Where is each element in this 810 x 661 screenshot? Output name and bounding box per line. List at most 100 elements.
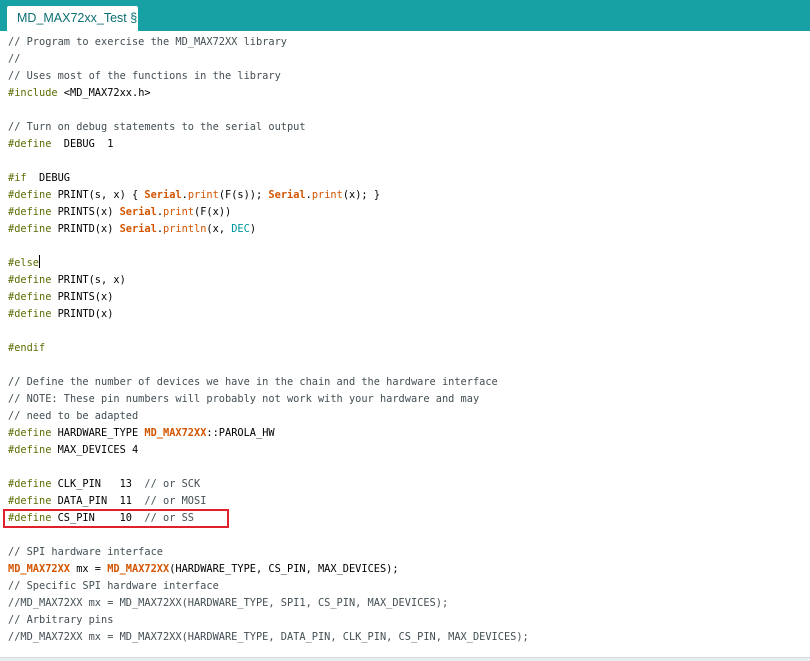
tab-sketch-file[interactable]: MD_MAX72xx_Test §	[7, 6, 138, 31]
code-line: // Turn on debug statements to the seria…	[8, 119, 529, 136]
code-token: PRINT(s, x) {	[51, 189, 145, 201]
code-token: #define	[8, 223, 52, 235]
code-token: // Define the number of devices we have …	[8, 376, 498, 388]
code-line: #define PRINTS(x)	[8, 289, 529, 306]
code-line: // Uses most of the functions in the lib…	[8, 68, 529, 85]
code-token: PRINTD(x)	[51, 223, 120, 235]
code-token: // or SCK	[144, 478, 201, 490]
code-line: MD_MAX72XX mx = MD_MAX72XX(HARDWARE_TYPE…	[8, 561, 529, 578]
code-token: DEBUG 1	[51, 138, 114, 150]
code-token: #define	[8, 274, 52, 286]
tab-bar: MD_MAX72xx_Test §	[0, 0, 810, 31]
code-line: #define DEBUG 1	[8, 136, 529, 153]
code-token: (F(s));	[218, 189, 269, 201]
code-token: #define	[8, 138, 52, 150]
text-cursor	[39, 255, 40, 268]
code-token: #define	[8, 291, 52, 303]
code-token: //	[8, 53, 21, 65]
code-line: #else	[8, 255, 529, 272]
code-token: mx =	[70, 563, 108, 575]
code-line: #endif	[8, 340, 529, 357]
code-token: #define	[8, 495, 52, 507]
code-line: #define PRINT(s, x)	[8, 272, 529, 289]
editor-bottom-edge	[0, 657, 810, 661]
code-line: #include <MD_MAX72xx.h>	[8, 85, 529, 102]
code-token: // Specific SPI hardware interface	[8, 580, 219, 592]
code-token: print	[163, 206, 195, 218]
code-token: MD_MAX72XX	[107, 563, 170, 575]
code-token: #define	[8, 308, 52, 320]
code-token: (F(x))	[194, 206, 232, 218]
code-token: #else	[8, 257, 39, 269]
code-token: )	[249, 223, 257, 235]
code-token: // or MOSI	[144, 495, 207, 507]
code-token: #if	[8, 172, 27, 184]
code-line: #define MAX_DEVICES 4	[8, 442, 529, 459]
code-token: #include	[8, 87, 58, 99]
code-line: #define PRINTD(x) Serial.println(x, DEC)	[8, 221, 529, 238]
code-line: #define PRINTD(x)	[8, 306, 529, 323]
code-token: ::PAROLA_HW	[206, 427, 275, 439]
code-token: // Turn on debug statements to the seria…	[8, 121, 306, 133]
code-token: DATA_PIN 11	[51, 495, 145, 507]
code-token: <MD_MAX72xx.h>	[57, 87, 151, 99]
code-line: // Define the number of devices we have …	[8, 374, 529, 391]
code-token: PRINTS(x)	[51, 206, 120, 218]
code-token: // NOTE: These pin numbers will probably…	[8, 393, 480, 405]
code-token: //MD_MAX72XX mx = MD_MAX72XX(HARDWARE_TY…	[8, 631, 529, 643]
code-token: Serial	[268, 189, 306, 201]
code-token: (HARDWARE_TYPE, CS_PIN, MAX_DEVICES);	[169, 563, 399, 575]
code-token: PRINTS(x)	[51, 291, 114, 303]
code-token: MD_MAX72XX	[144, 427, 207, 439]
code-token: (x,	[206, 223, 232, 235]
code-token: Serial	[119, 223, 157, 235]
code-editor[interactable]: // Program to exercise the MD_MAX72XX li…	[0, 31, 810, 657]
code-line: #define PRINTS(x) Serial.print(F(x))	[8, 204, 529, 221]
code-token: PRINT(s, x)	[51, 274, 126, 286]
code-line: //MD_MAX72XX mx = MD_MAX72XX(HARDWARE_TY…	[8, 595, 529, 612]
code-token: #define	[8, 427, 52, 439]
code-line: //MD_MAX72XX mx = MD_MAX72XX(HARDWARE_TY…	[8, 629, 529, 646]
code-token: Serial	[119, 206, 157, 218]
code-token: print	[187, 189, 219, 201]
code-line: // Specific SPI hardware interface	[8, 578, 529, 595]
code-token: // Arbitrary pins	[8, 614, 114, 626]
code-token: //MD_MAX72XX mx = MD_MAX72XX(HARDWARE_TY…	[8, 597, 449, 609]
code-token: #define	[8, 478, 52, 490]
code-token: // need to be adapted	[8, 410, 139, 422]
code-token: // Uses most of the functions in the lib…	[8, 70, 281, 82]
highlight-box-cs-pin	[3, 509, 229, 528]
code-token: #define	[8, 189, 52, 201]
code-token: HARDWARE_TYPE	[51, 427, 145, 439]
code-token: PRINTD(x)	[51, 308, 114, 320]
code-token: #endif	[8, 342, 46, 354]
code-token: Serial	[144, 189, 182, 201]
code-token: #define	[8, 206, 52, 218]
code-token: (x); }	[342, 189, 381, 201]
code-token: println	[163, 223, 207, 235]
code-line: //	[8, 51, 529, 68]
code-token: #define	[8, 444, 52, 456]
code-line: // Arbitrary pins	[8, 612, 529, 629]
code-token: DEC	[231, 223, 250, 235]
code-line: // SPI hardware interface	[8, 544, 529, 561]
code-line: #if DEBUG	[8, 170, 529, 187]
code-token: CLK_PIN 13	[51, 478, 145, 490]
code-line: // Program to exercise the MD_MAX72XX li…	[8, 34, 529, 51]
code-token: MD_MAX72XX	[8, 563, 70, 575]
code-line: #define HARDWARE_TYPE MD_MAX72XX::PAROLA…	[8, 425, 529, 442]
code-line: // need to be adapted	[8, 408, 529, 425]
code-line: #define DATA_PIN 11 // or MOSI	[8, 493, 529, 510]
code-token: print	[311, 189, 343, 201]
code-text-area[interactable]: // Program to exercise the MD_MAX72XX li…	[8, 34, 529, 646]
code-token: // SPI hardware interface	[8, 546, 163, 558]
code-token: // Program to exercise the MD_MAX72XX li…	[8, 36, 287, 48]
code-token: MAX_DEVICES 4	[51, 444, 139, 456]
